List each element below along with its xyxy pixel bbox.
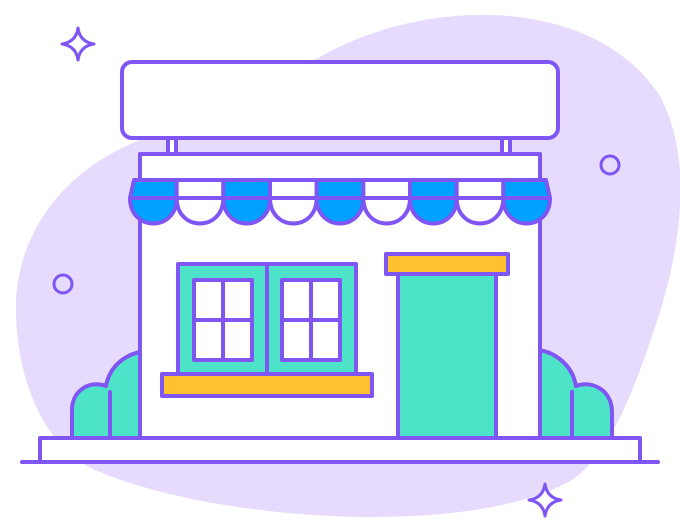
door-lintel xyxy=(384,252,510,276)
awning-stripe xyxy=(268,178,319,200)
storefront-illustration xyxy=(0,0,680,520)
shop-door xyxy=(396,270,498,442)
sparkle-icon xyxy=(60,26,96,62)
awning-stripe xyxy=(454,178,506,200)
sign-board xyxy=(120,60,560,140)
awning-stripe xyxy=(408,178,459,200)
awning-stripe xyxy=(221,178,272,200)
awning-stripe xyxy=(501,178,552,200)
shop-window xyxy=(176,262,358,376)
storefront-svg xyxy=(15,15,680,518)
awning-stripe xyxy=(174,178,226,200)
shop-base xyxy=(38,436,642,464)
awning-stripe xyxy=(314,178,366,200)
window-sill xyxy=(160,372,374,398)
awning xyxy=(128,178,552,226)
awning-stripe xyxy=(128,178,179,200)
shop-cornice xyxy=(138,152,542,182)
awning-stripe xyxy=(361,178,412,200)
